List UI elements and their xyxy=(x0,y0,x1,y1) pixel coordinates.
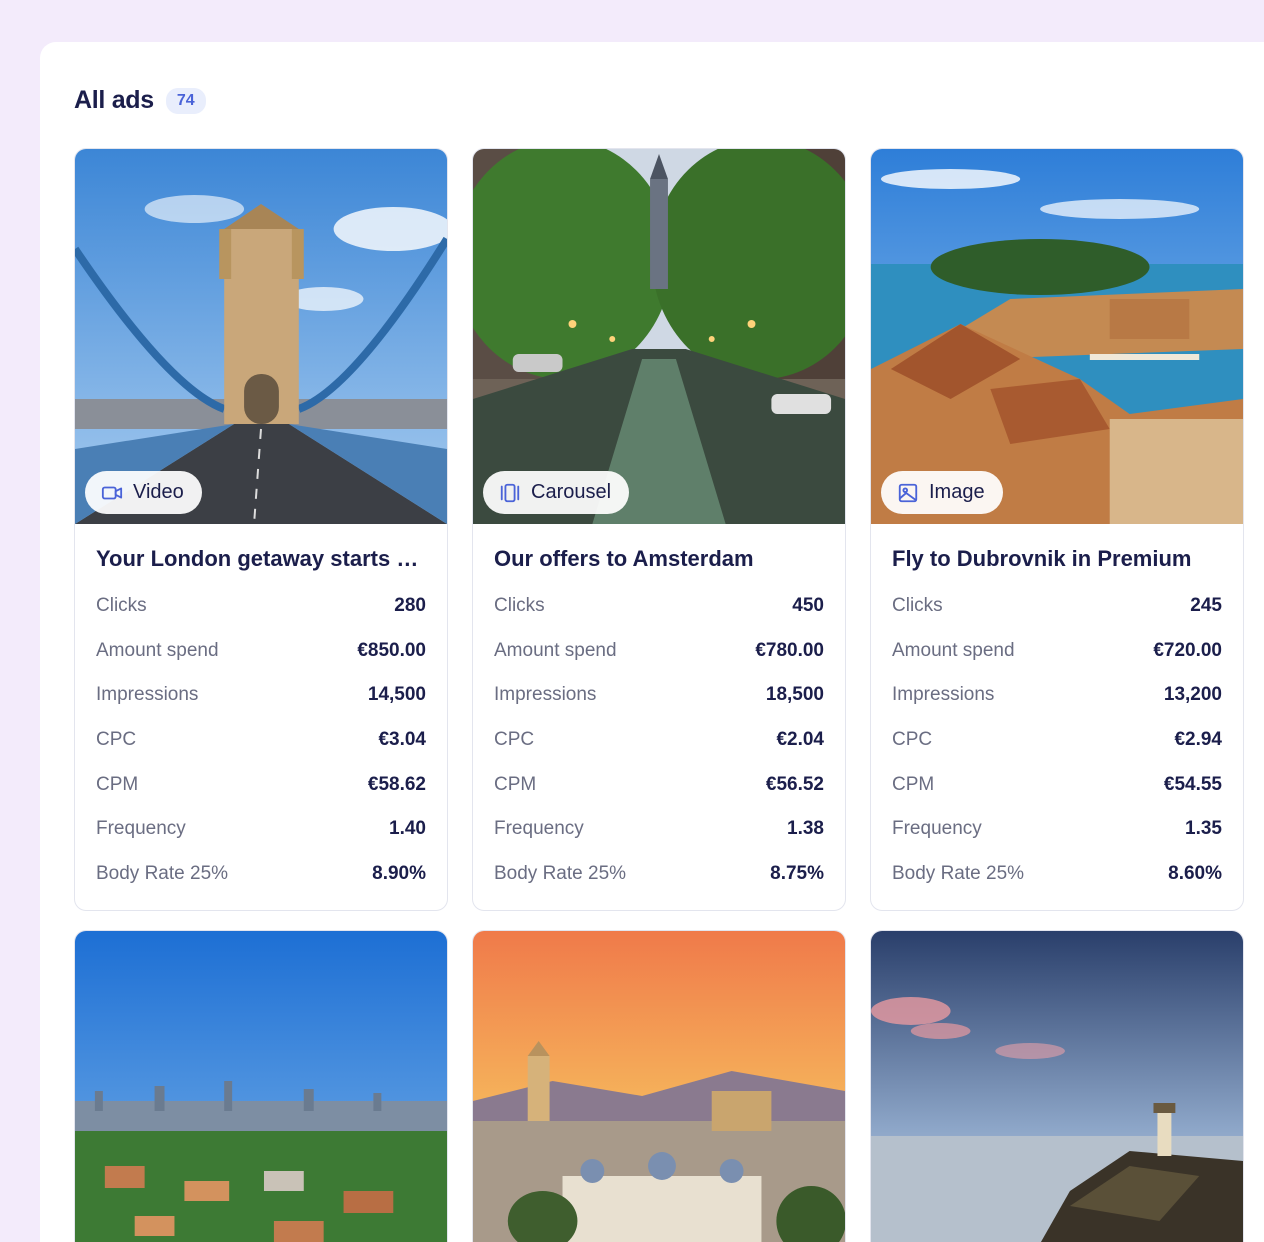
ad-thumbnail[interactable]: Image xyxy=(871,149,1243,524)
tower-bridge-image xyxy=(75,149,447,524)
ad-type-badge: Video xyxy=(85,471,202,514)
metric-value: 8.60% xyxy=(1168,862,1222,884)
ad-type-badge: Image xyxy=(881,471,1003,514)
metric-row-cpc: CPC €3.04 xyxy=(96,718,426,763)
metric-row-amount-spend: Amount spend €720.00 xyxy=(892,629,1222,674)
metric-value: 245 xyxy=(1190,595,1222,617)
metric-value: €3.04 xyxy=(378,729,426,751)
ads-count-badge: 74 xyxy=(165,87,206,114)
metric-label: CPC xyxy=(96,729,137,751)
ads-header: All ads 74 xyxy=(74,86,206,115)
metric-value: 1.38 xyxy=(787,818,824,840)
ad-card-amsterdam[interactable]: Carousel Our offers to Amsterdam Clicks 4… xyxy=(472,148,846,912)
metric-row-cpm: CPM €56.52 xyxy=(494,762,824,807)
metric-label: Amount spend xyxy=(892,639,1015,661)
ad-type-label: Video xyxy=(133,481,184,503)
metric-value: 8.75% xyxy=(770,862,824,884)
metric-label: Clicks xyxy=(494,595,545,617)
metric-label: Amount spend xyxy=(494,639,617,661)
metric-row-cpc: CPC €2.04 xyxy=(494,718,824,763)
carousel-icon xyxy=(500,483,520,502)
ad-title[interactable]: Our offers to Amsterdam xyxy=(494,546,824,572)
metric-row-clicks: Clicks 280 xyxy=(96,584,426,629)
metric-value: €2.04 xyxy=(776,729,824,751)
metric-row-clicks: Clicks 245 xyxy=(892,584,1222,629)
ad-card-sunset-city[interactable] xyxy=(472,930,846,1242)
ad-card-london[interactable]: Video Your London getaway starts here Cl… xyxy=(74,148,448,912)
metric-value: 280 xyxy=(394,595,426,617)
metric-label: Frequency xyxy=(892,818,982,840)
metric-row-body-rate: Body Rate 25% 8.75% xyxy=(494,852,824,897)
metric-row-frequency: Frequency 1.35 xyxy=(892,807,1222,852)
metric-label: Body Rate 25% xyxy=(494,862,627,884)
ad-card-lighthouse[interactable] xyxy=(870,930,1244,1242)
sunset-city-image xyxy=(473,931,845,1242)
metric-row-frequency: Frequency 1.40 xyxy=(96,807,426,852)
metric-label: CPM xyxy=(494,773,537,795)
ad-type-badge: Carousel xyxy=(483,471,630,514)
metric-row-body-rate: Body Rate 25% 8.90% xyxy=(96,852,426,897)
metric-row-cpc: CPC €2.94 xyxy=(892,718,1222,763)
metric-label: Frequency xyxy=(96,818,186,840)
amsterdam-canal-image xyxy=(473,149,845,524)
metric-value: €780.00 xyxy=(755,639,824,661)
metric-value: 1.35 xyxy=(1185,818,1222,840)
metric-label: CPC xyxy=(892,729,933,751)
ad-thumbnail[interactable]: Video xyxy=(75,149,447,524)
ad-card-dubrovnik[interactable]: Image Fly to Dubrovnik in Premium Clicks… xyxy=(870,148,1244,912)
page-title: All ads xyxy=(74,86,154,114)
ad-title[interactable]: Your London getaway starts here xyxy=(96,546,426,572)
ad-title[interactable]: Fly to Dubrovnik in Premium xyxy=(892,546,1222,572)
metric-label: Amount spend xyxy=(96,639,219,661)
dubrovnik-harbour-image xyxy=(871,149,1243,524)
metric-label: Body Rate 25% xyxy=(892,862,1025,884)
metric-value: €58.62 xyxy=(367,773,426,795)
city-skyline-image xyxy=(75,931,447,1242)
metric-label: Frequency xyxy=(494,818,584,840)
metric-value: €56.52 xyxy=(765,773,824,795)
metric-value: 1.40 xyxy=(389,818,426,840)
lighthouse-coast-image xyxy=(871,931,1243,1242)
metric-row-clicks: Clicks 450 xyxy=(494,584,824,629)
metric-row-amount-spend: Amount spend €780.00 xyxy=(494,629,824,674)
ad-type-label: Image xyxy=(929,481,985,503)
metric-row-impressions: Impressions 14,500 xyxy=(96,673,426,718)
metric-row-impressions: Impressions 18,500 xyxy=(494,673,824,718)
metric-label: Impressions xyxy=(892,684,995,706)
metric-label: Clicks xyxy=(892,595,943,617)
metric-label: CPC xyxy=(494,729,535,751)
metric-value: 14,500 xyxy=(367,684,426,706)
metric-label: CPM xyxy=(892,773,935,795)
metric-value: 18,500 xyxy=(765,684,824,706)
metric-label: Impressions xyxy=(96,684,199,706)
metric-row-cpm: CPM €54.55 xyxy=(892,762,1222,807)
metric-row-frequency: Frequency 1.38 xyxy=(494,807,824,852)
metric-value: 13,200 xyxy=(1163,684,1222,706)
ad-thumbnail[interactable]: Carousel xyxy=(473,149,845,524)
metric-value: 450 xyxy=(792,595,824,617)
metric-row-amount-spend: Amount spend €850.00 xyxy=(96,629,426,674)
metric-value: €54.55 xyxy=(1163,773,1222,795)
metric-row-cpm: CPM €58.62 xyxy=(96,762,426,807)
ad-thumbnail[interactable] xyxy=(473,931,845,1242)
metric-label: Body Rate 25% xyxy=(96,862,229,884)
metric-label: CPM xyxy=(96,773,139,795)
metric-value: €850.00 xyxy=(357,639,426,661)
video-icon xyxy=(101,486,123,499)
metric-value: €2.94 xyxy=(1174,729,1222,751)
ad-type-label: Carousel xyxy=(531,481,612,503)
metric-label: Clicks xyxy=(96,595,147,617)
metric-value: 8.90% xyxy=(372,862,426,884)
metric-label: Impressions xyxy=(494,684,597,706)
ad-thumbnail[interactable] xyxy=(871,931,1243,1242)
metric-row-impressions: Impressions 13,200 xyxy=(892,673,1222,718)
metric-value: €720.00 xyxy=(1153,639,1222,661)
image-icon xyxy=(898,483,918,502)
metric-row-body-rate: Body Rate 25% 8.60% xyxy=(892,852,1222,897)
ad-thumbnail[interactable] xyxy=(75,931,447,1242)
ad-card-city-skyline[interactable] xyxy=(74,930,448,1242)
